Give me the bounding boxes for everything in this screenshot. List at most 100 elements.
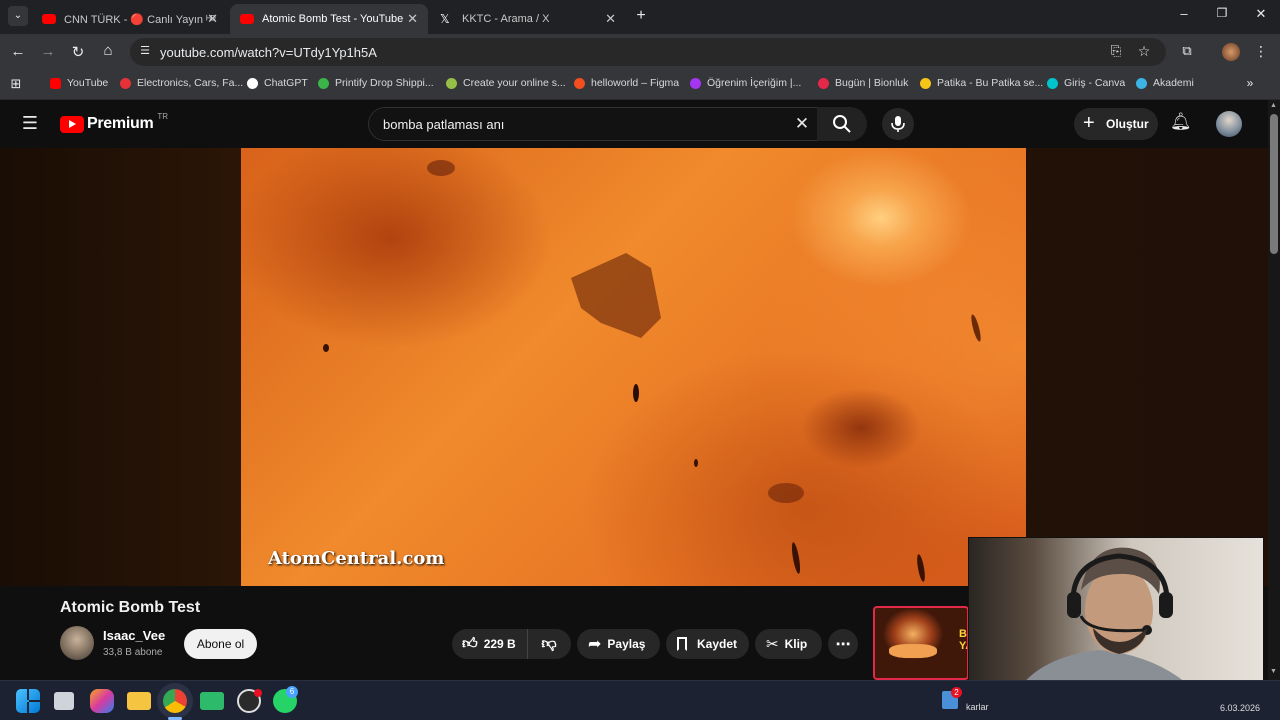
bookmark-printify[interactable]: Printify Drop Shippi... [318,77,434,89]
clip-label: Klip [784,637,808,651]
voice-search-button[interactable] [882,108,914,140]
bookmark-youtube[interactable]: YouTube [50,77,108,89]
udemy-icon [690,77,701,89]
like-dislike-group: 👍︎ 229 B 👎︎ [452,629,571,659]
apps-grid-icon[interactable]: ⊞ [9,76,23,92]
install-app-icon[interactable]: ⎘ [1108,43,1124,59]
taskbar-date[interactable]: 6.03.2026 [1220,703,1260,713]
more-actions-button[interactable]: ⋯ [828,629,858,659]
browser-tab-bar: ⌄ CNN TÜRK - 🔴 Canlı Yayın ᴴᴰ ✕ Atomic B… [0,0,1280,34]
thumbs-down-icon: 👎︎ [541,635,557,652]
account-avatar[interactable] [1216,111,1242,137]
meet-icon[interactable] [200,692,224,710]
recommended-video-thumbnail[interactable]: BO YA [873,606,969,680]
video-player[interactable]: AtomCentral.com [241,148,1026,586]
youtube-logo[interactable]: Premium TR [60,111,169,133]
search-button[interactable] [817,107,867,141]
forward-icon[interactable]: → [40,43,56,60]
page-scrollbar[interactable]: ▲ ▼ [1268,100,1280,680]
share-button[interactable]: ➦ Paylaş [577,629,660,659]
youtube-play-icon [60,115,84,133]
bionluk-icon [818,77,829,89]
extensions-icon[interactable]: ⧉ [1179,43,1195,59]
like-button[interactable]: 👍︎ 229 B [452,629,528,659]
chrome-icon[interactable] [163,689,187,713]
share-label: Paylaş [607,637,646,651]
bookmark-chatgpt[interactable]: ChatGPT [247,77,308,89]
shopify-icon [446,77,457,89]
create-button[interactable]: + Oluştur [1074,108,1158,140]
search-query[interactable]: bomba patlaması anı [383,117,504,132]
bookmark-ebay[interactable]: Electronics, Cars, Fa... [120,77,243,89]
bookmark-star-icon[interactable]: ☆ [1136,43,1152,60]
new-tab-icon[interactable]: + [632,7,650,25]
bookmark-akademi[interactable]: Akademi [1136,77,1194,89]
file-explorer-icon[interactable] [127,692,151,710]
hamburger-menu-icon[interactable]: ☰ [20,113,40,134]
minimize-icon[interactable]: – [1176,6,1192,21]
task-view-icon[interactable] [54,692,74,710]
scroll-up-arrow-icon[interactable]: ▲ [1270,102,1277,109]
create-label: Oluştur [1106,117,1149,131]
clip-button[interactable]: ✂ Klip [755,629,822,659]
bookmark-canva[interactable]: Giriş - Canva [1047,77,1125,89]
site-info-icon[interactable]: ☰ [138,44,152,57]
home-icon[interactable]: ⌂ [100,42,116,59]
tab-search-icon[interactable]: ⌄ [8,6,28,26]
bookmark-bionluk[interactable]: Bugün | Bionluk [818,77,908,89]
like-count: 229 B [483,637,516,651]
akademi-icon [1136,77,1147,89]
subscriber-count: 33,8 B abone [103,647,163,658]
url-text[interactable]: youtube.com/watch?v=UTdy1Yp1h5A [160,45,377,60]
channel-avatar[interactable] [60,626,94,660]
scrollbar-thumb[interactable] [1270,114,1278,254]
back-icon[interactable]: ← [10,43,26,60]
patika-icon [920,77,931,89]
copilot-icon[interactable] [90,689,114,713]
restore-icon[interactable]: ❐ [1214,6,1230,20]
youtube-favicon-icon [240,14,254,24]
region-label: TR [157,111,169,121]
channel-name[interactable]: Isaac_Vee [103,628,165,643]
notifications-bell-icon[interactable]: 🔔︎ [1170,112,1192,132]
canva-icon [1047,77,1058,89]
mushroom-cloud-image [889,644,937,658]
thumbs-up-icon: 👍︎ [462,635,478,652]
video-frame-debris [323,160,981,582]
weather-label: karlar [966,702,989,712]
plus-icon: + [1083,112,1095,134]
close-tab-icon[interactable]: ✕ [207,11,218,27]
tab-label: CNN TÜRK - 🔴 Canlı Yayın ᴴᴰ [64,13,216,26]
printify-icon [318,77,329,89]
tab-cnn-turk[interactable]: CNN TÜRK - 🔴 Canlı Yayın ᴴᴰ ✕ [32,4,228,34]
reload-icon[interactable]: ↻ [70,43,86,61]
search-input[interactable]: bomba patlaması anı ✕ [368,107,818,141]
video-watermark: AtomCentral.com [268,548,445,569]
youtube-favicon-icon [42,14,56,24]
windows-start-icon[interactable] [16,689,40,713]
subscribe-button[interactable]: Abone ol [184,629,257,659]
bookmark-patika[interactable]: Patika - Bu Patika se... [920,77,1043,89]
browser-toolbar: ← → ↻ ⌂ ☰ youtube.com/watch?v=UTdy1Yp1h5… [0,34,1280,70]
close-tab-icon[interactable]: ✕ [605,11,616,27]
address-bar[interactable]: ☰ youtube.com/watch?v=UTdy1Yp1h5A ⎘ ☆ [130,38,1166,66]
window-close-icon[interactable]: ✕ [1253,6,1269,22]
clear-search-icon[interactable]: ✕ [793,114,811,134]
microphone-icon [891,116,905,132]
bookmark-shopify[interactable]: Create your online s... [446,77,566,89]
bookmark-figma[interactable]: helloworld – Figma [574,77,679,89]
search-icon [833,115,851,133]
dislike-button[interactable]: 👎︎ [528,635,570,653]
save-button[interactable]: Kaydet [666,629,749,659]
tab-atomic-bomb-test[interactable]: Atomic Bomb Test - YouTube ✕ [230,4,428,34]
scroll-down-arrow-icon[interactable]: ▼ [1270,668,1277,675]
close-tab-icon[interactable]: ✕ [407,11,418,27]
weather-badge: 2 [951,687,962,698]
more-bookmarks-icon[interactable]: » [1243,76,1257,90]
bookmark-udemy[interactable]: Öğrenim İçeriğim |... [690,77,801,89]
chatgpt-icon [247,77,258,89]
scissors-icon: ✂ [766,636,779,653]
tab-kktc-x[interactable]: 𝕏 KKTC - Arama / X ✕ [430,4,626,34]
profile-avatar[interactable] [1222,43,1240,61]
browser-menu-icon[interactable]: ⋮ [1254,43,1268,60]
